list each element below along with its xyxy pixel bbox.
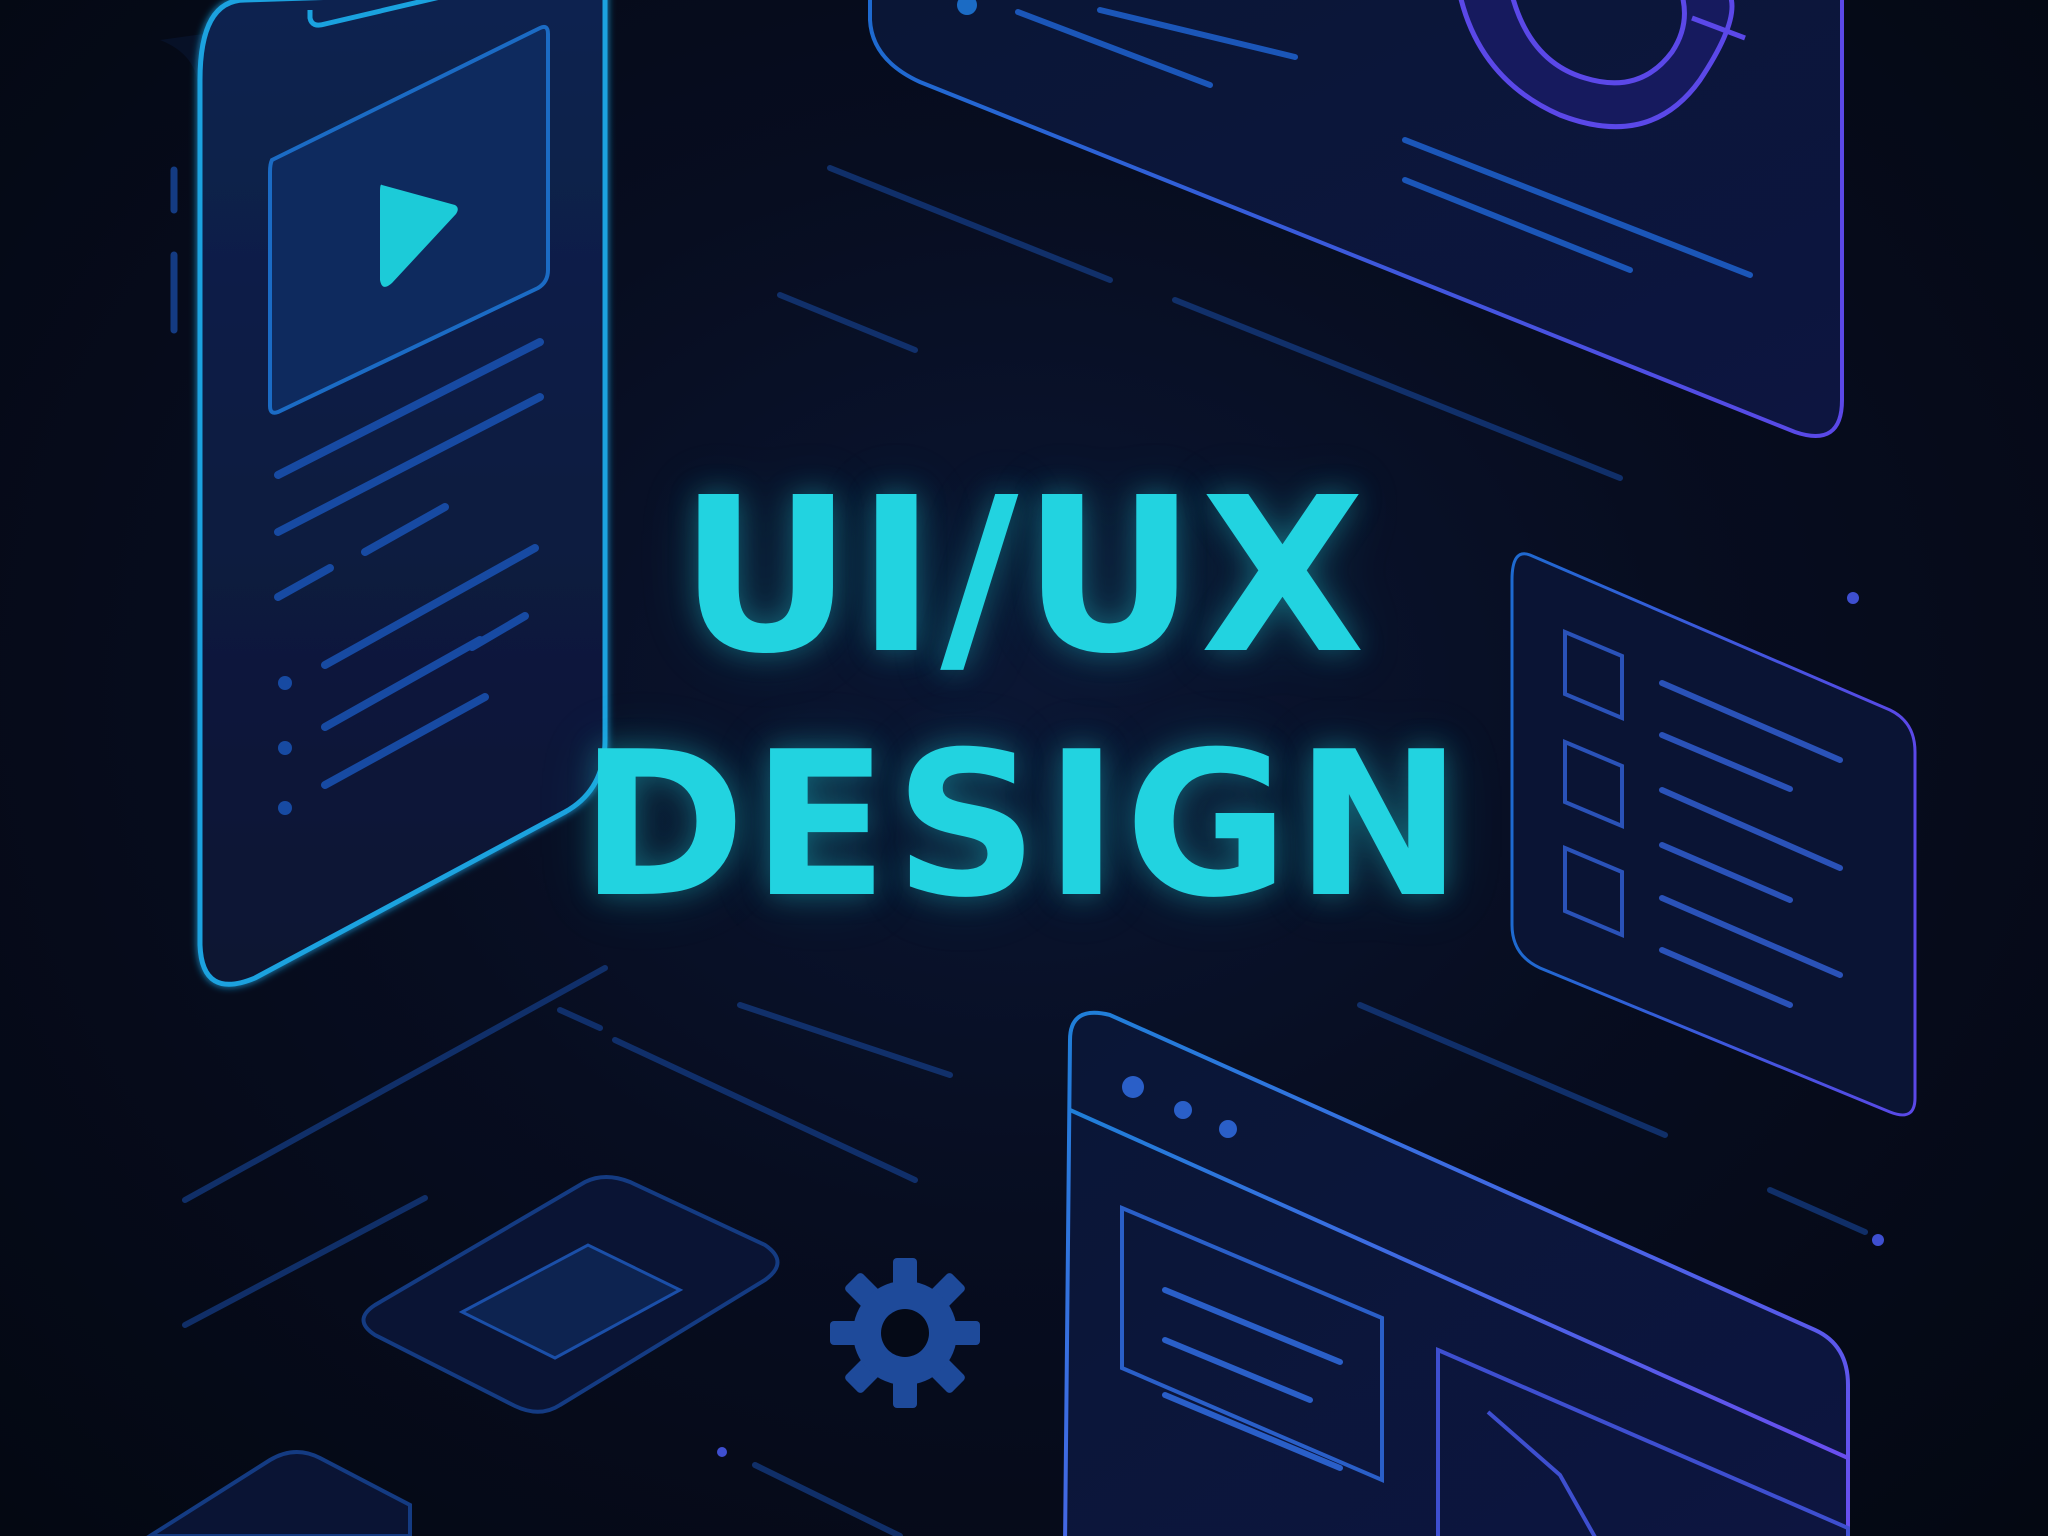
phone-mockup (160, 0, 608, 987)
browser-window (1063, 1010, 1850, 1536)
dot (1872, 1234, 1884, 1246)
browser-frame (1063, 1010, 1850, 1536)
bg-line (737, 1002, 953, 1078)
dot (1847, 592, 1859, 604)
checklist-card (1510, 552, 1917, 1117)
bullet (278, 741, 292, 755)
bg-line (827, 165, 1113, 283)
bg-line (1767, 1187, 1868, 1235)
bg-line (182, 965, 608, 1203)
partial-card (146, 1450, 412, 1536)
poster-canvas: UI/UX DESIGN (0, 0, 2048, 1536)
bg-line (752, 1462, 903, 1536)
bg-line (1357, 1002, 1668, 1138)
bg-line (777, 292, 918, 353)
bullet (278, 676, 292, 690)
gear-icon (830, 1258, 980, 1408)
bg-line (612, 1037, 918, 1183)
checklist-frame (1510, 552, 1917, 1117)
isometric-illustration (146, 0, 1917, 1536)
bullet (278, 801, 292, 815)
bg-line (557, 1007, 603, 1031)
small-card (361, 1175, 780, 1414)
dot (717, 1447, 727, 1457)
